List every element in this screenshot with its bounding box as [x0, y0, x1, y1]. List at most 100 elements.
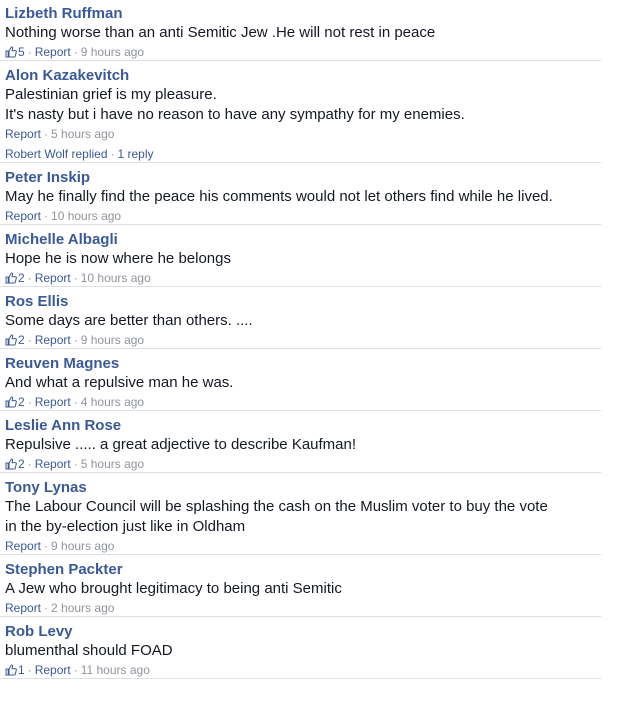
separator-dot: · — [27, 662, 32, 677]
thumbs-up-icon — [5, 46, 17, 58]
separator-dot: · — [73, 270, 78, 285]
comment-meta: 2 · Report · 10 hours ago — [5, 269, 601, 286]
comment-author-link[interactable]: Ros Ellis — [5, 292, 601, 311]
report-link[interactable]: Report — [35, 270, 71, 286]
report-link[interactable]: Report — [5, 538, 41, 554]
comment: Tony Lynas The Labour Council will be spl… — [0, 473, 601, 555]
comment-author-link[interactable]: Stephen Packter — [5, 560, 601, 579]
like-button[interactable]: 2 — [5, 394, 25, 410]
comment: Peter Inskip May he finally find the peac… — [0, 163, 601, 225]
comment-text: The Labour Council will be splashing the… — [5, 498, 548, 515]
separator-dot: · — [27, 270, 32, 285]
like-count: 2 — [18, 270, 25, 285]
comment-text: Nothing worse than an anti Semitic Jew .… — [5, 24, 436, 41]
report-link[interactable]: Report — [35, 332, 71, 348]
comment-timestamp[interactable]: 5 hours ago — [51, 126, 114, 142]
comment-text: in the by-election just like in Oldham — [5, 518, 246, 535]
comment-timestamp[interactable]: 9 hours ago — [81, 44, 144, 60]
comment-text: And what a repulsive man he was. — [5, 374, 234, 391]
comment-timestamp[interactable]: 10 hours ago — [51, 208, 121, 224]
report-link[interactable]: Report — [35, 394, 71, 410]
separator-dot: · — [73, 456, 78, 471]
separator-dot: · — [27, 332, 32, 347]
view-replies-link[interactable]: 1 reply — [118, 147, 154, 161]
comment-meta: 2 · Report · 4 hours ago — [5, 393, 601, 410]
like-count: 2 — [18, 456, 25, 471]
comment-author-link[interactable]: Rob Levy — [5, 622, 601, 641]
like-button[interactable]: 2 — [5, 270, 25, 286]
comment: Stephen Packter A Jew who brought legitim… — [0, 555, 601, 617]
thumbs-up-icon — [5, 664, 17, 676]
like-button[interactable]: 2 — [5, 332, 25, 348]
comment-timestamp[interactable]: 9 hours ago — [81, 332, 144, 348]
like-button[interactable]: 1 — [5, 662, 25, 678]
separator-dot: · — [73, 394, 78, 409]
report-link[interactable]: Report — [5, 600, 41, 616]
comment-text: blumenthal should FOAD — [5, 642, 173, 659]
comment-timestamp[interactable]: 10 hours ago — [81, 270, 151, 286]
comment-meta: 1 · Report · 11 hours ago — [5, 661, 601, 678]
comment: Michelle Albagli Hope he is now where he … — [0, 225, 601, 287]
like-count: 2 — [18, 394, 25, 409]
comment-author-link[interactable]: Leslie Ann Rose — [5, 416, 601, 435]
comment-author-link[interactable]: Peter Inskip — [5, 168, 601, 187]
thumbs-up-icon — [5, 272, 17, 284]
comment-text: Some days are better than others. .... — [5, 312, 253, 329]
comment-meta: 2 · Report · 5 hours ago — [5, 455, 601, 472]
report-link[interactable]: Report — [5, 126, 41, 142]
comment-timestamp[interactable]: 11 hours ago — [81, 662, 150, 678]
comment-author-link[interactable]: Reuven Magnes — [5, 354, 601, 373]
like-count: 2 — [18, 332, 25, 347]
comment-meta: Report · 9 hours ago — [5, 537, 601, 554]
comment-author-link[interactable]: Lizbeth Ruffman — [5, 4, 601, 23]
comment-meta: 5 · Report · 9 hours ago — [5, 43, 601, 60]
separator-dot: · — [73, 662, 78, 677]
comment-timestamp[interactable]: 9 hours ago — [51, 538, 114, 554]
like-count: 5 — [18, 44, 25, 59]
separator-dot: · — [27, 394, 32, 409]
comment: Alon Kazakevitch Palestinian grief is my … — [0, 61, 601, 163]
report-link[interactable]: Report — [5, 208, 41, 224]
separator-dot: · — [110, 147, 115, 161]
replier-link[interactable]: Robert Wolf replied — [5, 147, 108, 161]
comment: Leslie Ann Rose Repulsive ..... a great a… — [0, 411, 601, 473]
comment: Ros Ellis Some days are better than other… — [0, 287, 601, 349]
comment: Reuven Magnes And what a repulsive man he… — [0, 349, 601, 411]
comment-feed: Lizbeth Ruffman Nothing worse than an ant… — [0, 0, 621, 679]
separator-dot: · — [44, 126, 49, 141]
comment-text: May he finally find the peace his commen… — [5, 188, 553, 205]
comment-text: A Jew who brought legitimacy to being an… — [5, 580, 342, 597]
comment-meta: 2 · Report · 9 hours ago — [5, 331, 601, 348]
report-link[interactable]: Report — [35, 44, 71, 60]
comment: Lizbeth Ruffman Nothing worse than an ant… — [0, 0, 601, 61]
report-link[interactable]: Report — [35, 456, 71, 472]
separator-dot: · — [44, 600, 49, 615]
comment-text: Hope he is now where he belongs — [5, 250, 231, 267]
like-button[interactable]: 2 — [5, 456, 25, 472]
comment-text: Repulsive ..... a great adjective to des… — [5, 436, 357, 453]
like-count: 1 — [18, 662, 25, 677]
report-link[interactable]: Report — [35, 662, 71, 678]
separator-dot: · — [73, 44, 78, 59]
comment-author-link[interactable]: Alon Kazakevitch — [5, 66, 601, 85]
comment-author-link[interactable]: Tony Lynas — [5, 478, 601, 497]
comment-timestamp[interactable]: 4 hours ago — [81, 394, 144, 410]
comment-text: Palestinian grief is my pleasure. — [5, 86, 217, 103]
separator-dot: · — [73, 332, 78, 347]
comment-author-link[interactable]: Michelle Albagli — [5, 230, 601, 249]
separator-dot: · — [27, 44, 32, 59]
comment-meta: Report · 2 hours ago — [5, 599, 601, 616]
comment-meta: Report · 5 hours ago — [5, 125, 601, 142]
separator-dot: · — [44, 208, 49, 223]
comment: Rob Levy blumenthal should FOAD 1 · Report · 1… — [0, 617, 601, 679]
replies-summary: Robert Wolf replied · 1 reply — [5, 142, 601, 162]
thumbs-up-icon — [5, 458, 17, 470]
comment-meta: Report · 10 hours ago — [5, 207, 601, 224]
separator-dot: · — [27, 456, 32, 471]
thumbs-up-icon — [5, 396, 17, 408]
comment-timestamp[interactable]: 5 hours ago — [81, 456, 144, 472]
comment-timestamp[interactable]: 2 hours ago — [51, 600, 114, 616]
like-button[interactable]: 5 — [5, 44, 25, 60]
separator-dot: · — [44, 538, 49, 553]
comment-text: It's nasty but i have no reason to have … — [5, 106, 465, 123]
